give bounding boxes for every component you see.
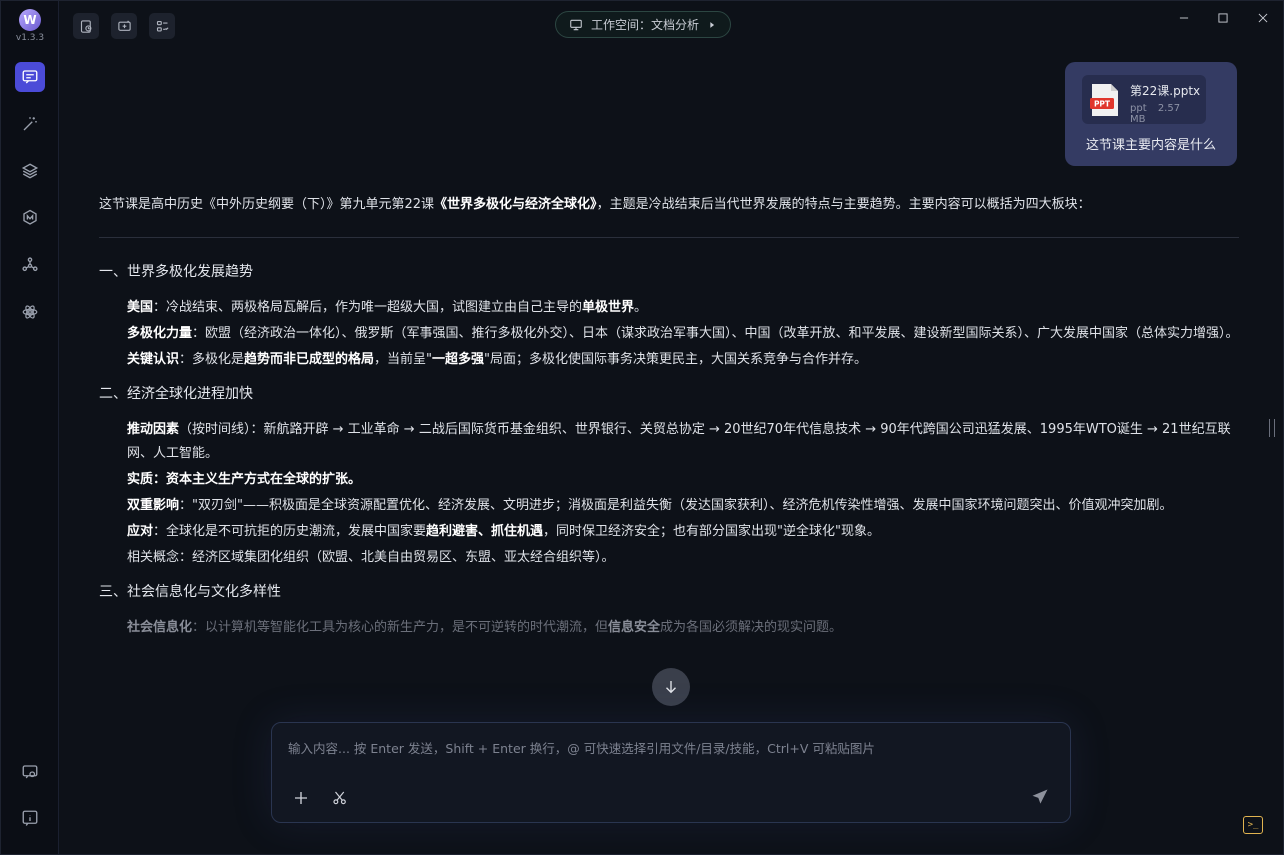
maximize-button[interactable] <box>1206 7 1240 29</box>
answer-intro: 这节课是高中历史《中外历史纲要（下）》第九单元第22课《世界多极化与经济全球化》… <box>99 197 1091 212</box>
attached-file-card[interactable]: PPT 第22课.pptx ppt 2.57 MB <box>1082 75 1206 125</box>
task-list-icon <box>156 20 169 31</box>
terminal-button[interactable]: >_ <box>1243 816 1263 834</box>
section-title: 一、世界多极化发展趋势 <box>99 264 253 280</box>
message-input[interactable] <box>288 737 1048 759</box>
screenshot-button[interactable] <box>329 787 351 809</box>
list-item: 应对：全球化是不可抗拒的历史潮流，发展中国家要趋利避害、抓住机遇，同时保卫经济安… <box>127 524 881 539</box>
new-chat-icon <box>117 19 131 31</box>
history-icon <box>80 19 91 33</box>
workspace-selector[interactable]: 工作空间：文档分析 <box>555 11 731 38</box>
minimize-button[interactable] <box>1167 7 1201 29</box>
panel-resize-handle[interactable] <box>1269 419 1275 437</box>
scroll-to-bottom-button[interactable] <box>652 668 690 706</box>
close-icon <box>1258 13 1268 23</box>
close-button[interactable] <box>1246 7 1280 29</box>
sidebar-item-model[interactable] <box>15 203 45 233</box>
divider <box>99 237 1239 238</box>
atom-icon <box>22 305 38 319</box>
section-title: 三、社会信息化与文化多样性 <box>99 584 281 600</box>
app-logo-icon: W <box>19 9 41 31</box>
section-3: 三、社会信息化与文化多样性 社会信息化：以计算机等智能化工具为核心的新生产力，是… <box>99 580 1239 640</box>
maximize-icon <box>1218 13 1228 23</box>
user-message-text: 这节课主要内容是什么 <box>1085 138 1216 153</box>
add-attachment-button[interactable] <box>290 787 312 809</box>
minimize-icon <box>1179 17 1189 19</box>
magic-wand-icon <box>23 117 37 131</box>
list-item: 社会信息化：以计算机等智能化工具为核心的新生产力，是不可逆转的时代潮流，但信息安… <box>127 620 843 635</box>
app-version: v1.3.3 <box>15 33 45 43</box>
model-hex-icon <box>23 209 37 225</box>
info-icon <box>22 810 38 826</box>
section-1: 一、世界多极化发展趋势 美国：冷战结束、两极格局瓦解后，作为唯一超级大国，试图建… <box>99 260 1239 372</box>
file-meta: ppt 2.57 MB <box>1130 103 1206 125</box>
section-title: 二、经济全球化进程加快 <box>99 386 253 402</box>
list-item: 双重影响："双刃剑"——积极面是全球资源配置优化、经济发展、文明进步；消极面是利… <box>127 498 1173 513</box>
chat-icon <box>22 70 38 84</box>
message-composer <box>271 722 1071 823</box>
send-icon <box>1032 789 1048 804</box>
list-item: 相关概念：经济区域集团化组织（欧盟、北美自由贸易区、东盟、亚太经合组织等）。 <box>127 550 615 565</box>
user-message: PPT 第22课.pptx ppt 2.57 MB 这节课主要内容是什么 <box>1065 62 1237 166</box>
network-icon <box>22 257 38 272</box>
chevron-right-icon <box>710 21 715 28</box>
task-list-button[interactable] <box>149 13 175 39</box>
list-item: 推动因素（按时间线）：新航路开辟 → 工业革命 → 二战后国际货币基金组织、世界… <box>127 422 1231 461</box>
app-window: W v1.3.3 工作空间：文档分析 PPT 第22课.pptx ppt 2.5… <box>0 0 1284 855</box>
new-chat-button[interactable] <box>111 13 137 39</box>
ppt-file-icon: PPT <box>1090 84 1118 116</box>
file-name: 第22课.pptx <box>1130 84 1201 98</box>
layers-icon <box>21 163 39 179</box>
settings-chat-icon <box>22 765 38 779</box>
assistant-answer: 这节课是高中历史《中外历史纲要（下）》第九单元第22课《世界多极化与经济全球化》… <box>99 193 1239 650</box>
history-button[interactable] <box>73 13 99 39</box>
sidebar-item-atom[interactable] <box>15 297 45 327</box>
list-item: 美国：冷战结束、两极格局瓦解后，作为唯一超级大国，试图建立由自己主导的单极世界。 <box>127 300 648 315</box>
plus-icon <box>295 792 307 804</box>
terminal-icon: >_ <box>1247 820 1259 830</box>
sidebar-item-network[interactable] <box>15 250 45 280</box>
left-sidebar: W v1.3.3 <box>1 1 59 854</box>
sidebar-item-info[interactable] <box>15 803 45 833</box>
arrow-down-icon <box>666 681 676 694</box>
sidebar-item-layers[interactable] <box>15 156 45 186</box>
list-item: 关键认识：多极化是趋势而非已成型的格局，当前呈"一超多强"局面；多极化使国际事务… <box>127 352 868 367</box>
scissors-icon <box>333 791 346 805</box>
send-button[interactable] <box>1028 785 1052 809</box>
monitor-icon <box>570 19 582 30</box>
list-item: 实质：资本主义生产方式在全球的扩张。 <box>127 472 362 487</box>
sidebar-item-magic[interactable] <box>15 109 45 139</box>
sidebar-item-settings[interactable] <box>15 757 45 787</box>
workspace-label: 工作空间：文档分析 <box>590 18 699 32</box>
file-type: ppt <box>1130 103 1147 114</box>
list-item: 多极化力量：欧盟（经济政治一体化）、俄罗斯（军事强国、推行多极化外交）、日本（谋… <box>127 326 1239 341</box>
section-2: 二、经济全球化进程加快 推动因素（按时间线）：新航路开辟 → 工业革命 → 二战… <box>99 382 1239 570</box>
svg-text:PPT: PPT <box>1094 100 1111 109</box>
sidebar-item-chat[interactable] <box>15 62 45 92</box>
